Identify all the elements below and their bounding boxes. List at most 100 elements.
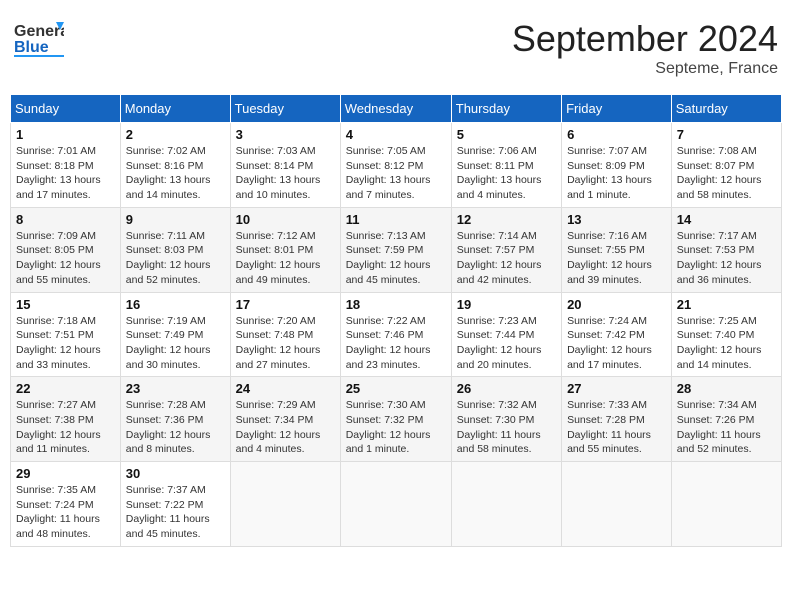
day-info: Sunrise: 7:09 AMSunset: 8:05 PMDaylight:… xyxy=(16,229,115,288)
day-info: Sunrise: 7:27 AMSunset: 7:38 PMDaylight:… xyxy=(16,398,115,457)
day-info: Sunrise: 7:11 AMSunset: 8:03 PMDaylight:… xyxy=(126,229,225,288)
calendar-week-4: 22 Sunrise: 7:27 AMSunset: 7:38 PMDayligh… xyxy=(11,377,782,462)
day-info: Sunrise: 7:28 AMSunset: 7:36 PMDaylight:… xyxy=(126,398,225,457)
calendar-cell: 12Sunrise: 7:14 AMSunset: 7:57 PMDayligh… xyxy=(451,207,561,292)
day-info: Sunrise: 7:23 AMSunset: 7:44 PMDaylight:… xyxy=(457,314,556,373)
calendar-week-2: 8 Sunrise: 7:09 AMSunset: 8:05 PMDaylight… xyxy=(11,207,782,292)
calendar-cell: 20 Sunrise: 7:24 AMSunset: 7:42 PMDayligh… xyxy=(562,292,672,377)
col-sunday: Sunday xyxy=(11,95,121,123)
calendar-location: Septeme, France xyxy=(512,60,778,78)
calendar-cell xyxy=(671,462,781,547)
calendar-cell: 19 Sunrise: 7:23 AMSunset: 7:44 PMDayligh… xyxy=(451,292,561,377)
day-number: 12 xyxy=(457,212,556,227)
calendar-cell: 6 Sunrise: 7:07 AMSunset: 8:09 PMDaylight… xyxy=(562,123,672,208)
svg-text:Blue: Blue xyxy=(14,39,49,56)
day-info: Sunrise: 7:02 AMSunset: 8:16 PMDaylight:… xyxy=(126,144,225,203)
logo: General Blue xyxy=(14,18,64,58)
day-number: 25 xyxy=(346,381,446,396)
day-number: 17 xyxy=(236,297,335,312)
calendar-cell: 28 Sunrise: 7:34 AMSunset: 7:26 PMDayligh… xyxy=(671,377,781,462)
calendar-cell: 2Sunrise: 7:02 AMSunset: 8:16 PMDaylight… xyxy=(120,123,230,208)
day-number: 14 xyxy=(677,212,776,227)
title-block: September 2024 Septeme, France xyxy=(512,18,778,78)
day-number: 3 xyxy=(236,127,335,142)
calendar-week-5: 29 Sunrise: 7:35 AMSunset: 7:24 PMDayligh… xyxy=(11,462,782,547)
calendar-cell: 7 Sunrise: 7:08 AMSunset: 8:07 PMDaylight… xyxy=(671,123,781,208)
day-info: Sunrise: 7:25 AMSunset: 7:40 PMDaylight:… xyxy=(677,314,776,373)
day-number: 7 xyxy=(677,127,776,142)
day-number: 1 xyxy=(16,127,115,142)
day-number: 28 xyxy=(677,381,776,396)
calendar-cell xyxy=(562,462,672,547)
day-number: 10 xyxy=(236,212,335,227)
day-info: Sunrise: 7:34 AMSunset: 7:26 PMDaylight:… xyxy=(677,398,776,457)
calendar-week-3: 15 Sunrise: 7:18 AMSunset: 7:51 PMDayligh… xyxy=(11,292,782,377)
day-number: 5 xyxy=(457,127,556,142)
day-number: 30 xyxy=(126,466,225,481)
day-info: Sunrise: 7:17 AMSunset: 7:53 PMDaylight:… xyxy=(677,229,776,288)
day-info: Sunrise: 7:33 AMSunset: 7:28 PMDaylight:… xyxy=(567,398,666,457)
header-row: Sunday Monday Tuesday Wednesday Thursday… xyxy=(11,95,782,123)
calendar-cell: 1 Sunrise: 7:01 AMSunset: 8:18 PMDaylight… xyxy=(11,123,121,208)
day-info: Sunrise: 7:16 AMSunset: 7:55 PMDaylight:… xyxy=(567,229,666,288)
day-info: Sunrise: 7:08 AMSunset: 8:07 PMDaylight:… xyxy=(677,144,776,203)
day-info: Sunrise: 7:20 AMSunset: 7:48 PMDaylight:… xyxy=(236,314,335,373)
day-number: 20 xyxy=(567,297,666,312)
calendar-cell: 4 Sunrise: 7:05 AMSunset: 8:12 PMDaylight… xyxy=(340,123,451,208)
day-number: 23 xyxy=(126,381,225,396)
calendar-cell: 22 Sunrise: 7:27 AMSunset: 7:38 PMDayligh… xyxy=(11,377,121,462)
calendar-cell xyxy=(451,462,561,547)
calendar-cell: 17 Sunrise: 7:20 AMSunset: 7:48 PMDayligh… xyxy=(230,292,340,377)
calendar-cell: 30Sunrise: 7:37 AMSunset: 7:22 PMDayligh… xyxy=(120,462,230,547)
day-number: 13 xyxy=(567,212,666,227)
calendar-cell: 21 Sunrise: 7:25 AMSunset: 7:40 PMDayligh… xyxy=(671,292,781,377)
day-number: 29 xyxy=(16,466,115,481)
col-tuesday: Tuesday xyxy=(230,95,340,123)
day-number: 24 xyxy=(236,381,335,396)
calendar-table: Sunday Monday Tuesday Wednesday Thursday… xyxy=(10,94,782,547)
calendar-cell xyxy=(230,462,340,547)
day-info: Sunrise: 7:22 AMSunset: 7:46 PMDaylight:… xyxy=(346,314,446,373)
day-info: Sunrise: 7:32 AMSunset: 7:30 PMDaylight:… xyxy=(457,398,556,457)
day-number: 26 xyxy=(457,381,556,396)
calendar-cell: 15 Sunrise: 7:18 AMSunset: 7:51 PMDayligh… xyxy=(11,292,121,377)
calendar-cell: 25 Sunrise: 7:30 AMSunset: 7:32 PMDayligh… xyxy=(340,377,451,462)
calendar-cell: 29 Sunrise: 7:35 AMSunset: 7:24 PMDayligh… xyxy=(11,462,121,547)
calendar-title: September 2024 xyxy=(512,18,778,60)
day-info: Sunrise: 7:07 AMSunset: 8:09 PMDaylight:… xyxy=(567,144,666,203)
calendar-cell: 14 Sunrise: 7:17 AMSunset: 7:53 PMDayligh… xyxy=(671,207,781,292)
day-info: Sunrise: 7:18 AMSunset: 7:51 PMDaylight:… xyxy=(16,314,115,373)
day-number: 15 xyxy=(16,297,115,312)
day-number: 9 xyxy=(126,212,225,227)
col-wednesday: Wednesday xyxy=(340,95,451,123)
day-info: Sunrise: 7:24 AMSunset: 7:42 PMDaylight:… xyxy=(567,314,666,373)
day-number: 18 xyxy=(346,297,446,312)
calendar-cell: 9 Sunrise: 7:11 AMSunset: 8:03 PMDaylight… xyxy=(120,207,230,292)
day-number: 16 xyxy=(126,297,225,312)
col-saturday: Saturday xyxy=(671,95,781,123)
day-info: Sunrise: 7:03 AMSunset: 8:14 PMDaylight:… xyxy=(236,144,335,203)
col-friday: Friday xyxy=(562,95,672,123)
day-number: 11 xyxy=(346,212,446,227)
day-number: 19 xyxy=(457,297,556,312)
day-number: 21 xyxy=(677,297,776,312)
calendar-cell: 18 Sunrise: 7:22 AMSunset: 7:46 PMDayligh… xyxy=(340,292,451,377)
calendar-cell: 10Sunrise: 7:12 AMSunset: 8:01 PMDayligh… xyxy=(230,207,340,292)
day-number: 22 xyxy=(16,381,115,396)
calendar-week-1: 1 Sunrise: 7:01 AMSunset: 8:18 PMDaylight… xyxy=(11,123,782,208)
calendar-cell: 11Sunrise: 7:13 AMSunset: 7:59 PMDayligh… xyxy=(340,207,451,292)
day-number: 6 xyxy=(567,127,666,142)
day-number: 4 xyxy=(346,127,446,142)
day-info: Sunrise: 7:29 AMSunset: 7:34 PMDaylight:… xyxy=(236,398,335,457)
day-info: Sunrise: 7:35 AMSunset: 7:24 PMDaylight:… xyxy=(16,483,115,542)
day-info: Sunrise: 7:01 AMSunset: 8:18 PMDaylight:… xyxy=(16,144,115,203)
col-thursday: Thursday xyxy=(451,95,561,123)
calendar-cell: 26 Sunrise: 7:32 AMSunset: 7:30 PMDayligh… xyxy=(451,377,561,462)
page-header: General Blue September 2024 Septeme, Fra… xyxy=(10,10,782,86)
svg-text:General: General xyxy=(14,23,64,40)
day-number: 8 xyxy=(16,212,115,227)
calendar-cell: 13 Sunrise: 7:16 AMSunset: 7:55 PMDayligh… xyxy=(562,207,672,292)
day-info: Sunrise: 7:05 AMSunset: 8:12 PMDaylight:… xyxy=(346,144,446,203)
col-monday: Monday xyxy=(120,95,230,123)
day-info: Sunrise: 7:30 AMSunset: 7:32 PMDaylight:… xyxy=(346,398,446,457)
